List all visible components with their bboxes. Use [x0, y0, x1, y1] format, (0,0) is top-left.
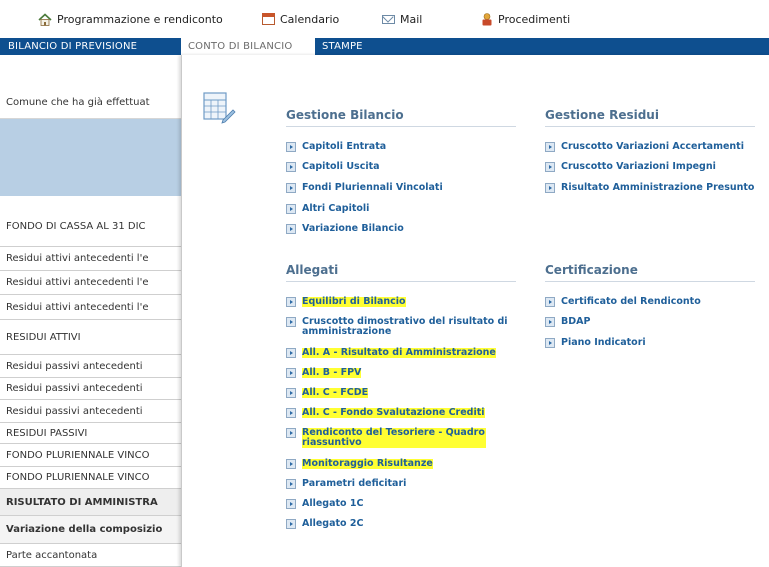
arrow-right-icon: [286, 459, 296, 469]
arrow-right-icon: [545, 142, 555, 152]
document-edit-icon: [202, 90, 236, 124]
arrow-right-icon: [286, 204, 296, 214]
section-divider: [545, 126, 755, 127]
arrow-right-icon: [286, 348, 296, 358]
topbar-procedimenti-label: Procedimenti: [498, 12, 571, 26]
home-icon: [38, 12, 52, 26]
menu-item-all-a-risultato-amministrazione[interactable]: All. A - Risultato di Amministrazione: [286, 348, 516, 358]
table-row: Residui passivi antecedenti: [0, 355, 182, 378]
arrow-right-icon: [545, 317, 555, 327]
arrow-right-icon: [286, 499, 296, 509]
arrow-right-icon: [286, 368, 296, 378]
topbar-programmazione-link[interactable]: Programmazione e rendiconto: [38, 10, 223, 28]
section-divider: [286, 126, 516, 127]
menu-item-altri-capitoli[interactable]: Altri Capitoli: [286, 204, 516, 214]
table-row: RISULTATO DI AMMINISTRA: [0, 489, 182, 516]
table-header: [0, 118, 182, 196]
menu-item-fondi-pluriennali-vincolati[interactable]: Fondi Pluriennali Vincolati: [286, 183, 516, 193]
table-row: Variazione della composizio: [0, 516, 182, 544]
topbar-mail-link[interactable]: Mail: [382, 10, 422, 28]
arrow-right-icon: [286, 428, 296, 438]
section-title-gestione-bilancio: Gestione Bilancio: [286, 108, 404, 122]
section-divider: [545, 281, 755, 282]
conto-di-bilancio-menu: Gestione Bilancio Capitoli Entrata Capit…: [181, 55, 769, 567]
arrow-right-icon: [545, 183, 555, 193]
calendar-icon: [262, 13, 275, 25]
table-row: FONDO PLURIENNALE VINCO: [0, 444, 182, 467]
background-table: Comune che ha già effettuat FONDO DI CAS…: [0, 55, 182, 567]
menu-item-parametri-deficitari[interactable]: Parametri deficitari: [286, 479, 516, 489]
menu-item-risultato-amministrazione-presunto[interactable]: Risultato Amministrazione Presunto: [545, 183, 760, 193]
topbar-calendario-label: Calendario: [280, 12, 340, 26]
tab-stampe[interactable]: STAMPE: [322, 38, 363, 55]
table-row: FONDO DI CASSA AL 31 DIC: [0, 195, 182, 247]
topbar-calendario-link[interactable]: Calendario: [262, 10, 339, 28]
section-title-certificazione: Certificazione: [545, 263, 638, 277]
arrow-right-icon: [545, 338, 555, 348]
menu-item-piano-indicatori[interactable]: Piano Indicatori: [545, 338, 760, 348]
section-title-gestione-residui: Gestione Residui: [545, 108, 659, 122]
arrow-right-icon: [286, 408, 296, 418]
arrow-right-icon: [286, 142, 296, 152]
topbar-procedimenti-link[interactable]: Procedimenti: [481, 10, 570, 28]
topbar-mail-label: Mail: [400, 12, 423, 26]
top-toolbar: Programmazione e rendiconto Calendario M…: [0, 0, 769, 38]
arrow-right-icon: [286, 297, 296, 307]
table-row: Residui attivi antecedenti l'e: [0, 271, 182, 295]
table-row: Residui passivi antecedenti: [0, 378, 182, 400]
menu-item-all-b-fpv[interactable]: All. B - FPV: [286, 368, 516, 378]
tab-bar: BILANCIO DI PREVISIONE CONTO DI BILANCIO…: [0, 38, 769, 55]
menu-item-capitoli-entrata[interactable]: Capitoli Entrata: [286, 142, 516, 152]
menu-item-cruscotto-variazioni-accertamenti[interactable]: Cruscotto Variazioni Accertamenti: [545, 142, 760, 152]
arrow-right-icon: [545, 162, 555, 172]
menu-item-all-c-fcde[interactable]: All. C - FCDE: [286, 388, 516, 398]
table-row: Parte accantonata: [0, 544, 182, 567]
left-intro-text: Comune che ha già effettuat: [6, 97, 150, 108]
menu-item-all-c-fondo-svalutazione-crediti[interactable]: All. C - Fondo Svalutazione Crediti: [286, 408, 516, 418]
tab-bilancio-di-previsione[interactable]: BILANCIO DI PREVISIONE: [8, 38, 137, 55]
menu-item-variazione-bilancio[interactable]: Variazione Bilancio: [286, 224, 516, 234]
table-row: Residui attivi antecedenti l'e: [0, 295, 182, 320]
menu-item-bdap[interactable]: BDAP: [545, 317, 760, 327]
section-divider: [286, 281, 516, 282]
menu-item-monitoraggio-risultanze[interactable]: Monitoraggio Risultanze: [286, 459, 516, 469]
menu-item-rendiconto-del-tesoriere[interactable]: Rendiconto del Tesoriere - Quadro riassu…: [286, 428, 486, 448]
table-row: FONDO PLURIENNALE VINCO: [0, 467, 182, 489]
tab-conto-di-bilancio[interactable]: CONTO DI BILANCIO: [181, 38, 315, 55]
menu-item-allegato-2c[interactable]: Allegato 2C: [286, 519, 516, 529]
arrow-right-icon: [286, 479, 296, 489]
arrow-right-icon: [286, 388, 296, 398]
table-row: Residui passivi antecedenti: [0, 400, 182, 423]
topbar-programmazione-label: Programmazione e rendiconto: [57, 12, 223, 26]
menu-item-certificato-del-rendiconto[interactable]: Certificato del Rendiconto: [545, 297, 760, 307]
menu-item-capitoli-uscita[interactable]: Capitoli Uscita: [286, 162, 516, 172]
procedures-icon: [481, 12, 493, 26]
arrow-right-icon: [286, 183, 296, 193]
arrow-right-icon: [286, 317, 296, 327]
table-row: Residui attivi antecedenti l'e: [0, 247, 182, 271]
section-title-allegati: Allegati: [286, 263, 339, 277]
menu-item-cruscotto-variazioni-impegni[interactable]: Cruscotto Variazioni Impegni: [545, 162, 760, 172]
arrow-right-icon: [545, 297, 555, 307]
arrow-right-icon: [286, 162, 296, 172]
table-row: RESIDUI ATTIVI: [0, 320, 182, 355]
menu-item-cruscotto-dimostrativo[interactable]: Cruscotto dimostrativo del risultato di …: [286, 317, 516, 337]
menu-item-allegato-1c[interactable]: Allegato 1C: [286, 499, 516, 509]
arrow-right-icon: [286, 224, 296, 234]
mail-icon: [382, 14, 395, 24]
arrow-right-icon: [286, 519, 296, 529]
menu-item-equilibri-di-bilancio[interactable]: Equilibri di Bilancio: [286, 297, 516, 307]
table-row: RESIDUI PASSIVI: [0, 423, 182, 444]
